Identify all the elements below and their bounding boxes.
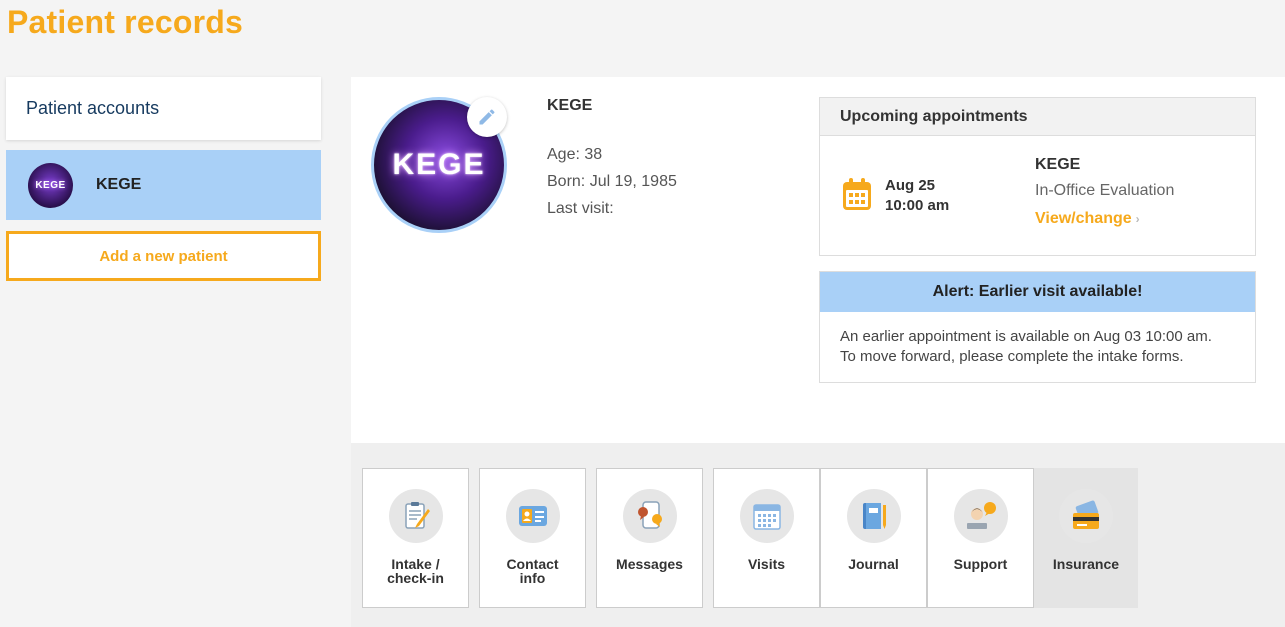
tile-label-line: Insurance xyxy=(1052,556,1120,572)
tile-label: Intake / check-in xyxy=(387,557,444,585)
page-title: Patient records xyxy=(7,4,243,40)
journal-book-icon xyxy=(862,503,886,529)
messages-icon xyxy=(637,501,662,529)
tile-label: Support xyxy=(954,557,1008,571)
alert-line-2: To move forward, please complete the int… xyxy=(840,348,1184,365)
profile-born: Born: Jul 19, 1985 xyxy=(547,173,677,190)
add-patient-button[interactable]: Add a new patient xyxy=(6,231,321,281)
view-change-link[interactable]: View/change › xyxy=(1035,210,1174,228)
tile-label: Insurance xyxy=(1053,557,1119,571)
tile-label-line: Messages xyxy=(616,556,683,572)
tile-label-line: Support xyxy=(953,556,1008,572)
tile-insurance[interactable]: Insurance xyxy=(1034,468,1138,608)
view-change-label: View/change xyxy=(1035,210,1132,227)
chevron-right-icon: › xyxy=(1135,212,1140,226)
tile-label-line: Visits xyxy=(747,556,786,572)
calendar-grid-icon xyxy=(752,504,781,530)
alert-line-1: An earlier appointment is available on A… xyxy=(840,328,1212,345)
appointment-datetime: Aug 25 10:00 am xyxy=(885,176,949,216)
patient-list-item[interactable]: KEGE KEGE xyxy=(6,150,321,220)
calendar-icon xyxy=(843,178,871,210)
tile-support[interactable]: Support xyxy=(927,468,1034,608)
contact-card-icon xyxy=(518,506,547,526)
tile-messages[interactable]: Messages xyxy=(596,468,703,608)
tile-journal[interactable]: Journal xyxy=(820,468,927,608)
tile-label-line: Intake / xyxy=(391,556,440,572)
profile-last-visit: Last visit: xyxy=(547,200,614,217)
clipboard-pen-icon xyxy=(404,502,430,529)
patient-avatar: KEGE xyxy=(28,162,73,208)
patient-list-name: KEGE xyxy=(96,176,142,193)
patient-accounts-header: Patient accounts xyxy=(6,77,321,140)
tile-label: Contact info xyxy=(506,557,558,585)
tile-label-line: info xyxy=(519,570,546,586)
support-agent-icon xyxy=(966,502,996,529)
appointment-time: 10:00 am xyxy=(885,197,950,214)
feature-tiles: Intake / check-in Contact info Messages … xyxy=(351,443,1285,627)
patient-detail-panel: KEGE KEGE Age: 38 Born: Jul 19, 1985 Las… xyxy=(351,77,1285,627)
tile-contact-info[interactable]: Contact info xyxy=(479,468,586,608)
profile-info: KEGE Age: 38 Born: Jul 19, 1985 Last vis… xyxy=(547,97,677,222)
tile-label: Journal xyxy=(848,557,899,571)
profile-photo-logo: KEGE xyxy=(392,148,486,181)
appointment-date: Aug 25 xyxy=(885,177,936,194)
credit-card-icon xyxy=(1073,500,1099,529)
appointment-type: In-Office Evaluation xyxy=(1035,182,1175,199)
edit-photo-button[interactable] xyxy=(467,97,507,137)
sidebar: Patient accounts KEGE KEGE Add a new pat… xyxy=(6,77,321,281)
tile-label-line: Contact xyxy=(506,556,559,572)
tile-intake-checkin[interactable]: Intake / check-in xyxy=(362,468,469,608)
earlier-visit-alert: Alert: Earlier visit available! An earli… xyxy=(819,271,1256,383)
tile-visits[interactable]: Visits xyxy=(713,468,820,608)
appointment-patient: KEGE xyxy=(1035,156,1081,173)
profile-age: Age: 38 xyxy=(547,146,603,163)
alert-header: Alert: Earlier visit available! xyxy=(820,272,1255,312)
profile-name: KEGE xyxy=(547,97,593,114)
pencil-icon xyxy=(479,109,495,125)
upcoming-appointments-header: Upcoming appointments xyxy=(820,98,1255,136)
tile-label-line: Journal xyxy=(848,556,899,572)
tile-label: Messages xyxy=(616,557,683,571)
tile-label-line: check-in xyxy=(387,570,444,586)
upcoming-appointments-card: Upcoming appointments Aug 25 10:00 am KE… xyxy=(819,97,1256,256)
tile-label: Visits xyxy=(748,557,785,571)
